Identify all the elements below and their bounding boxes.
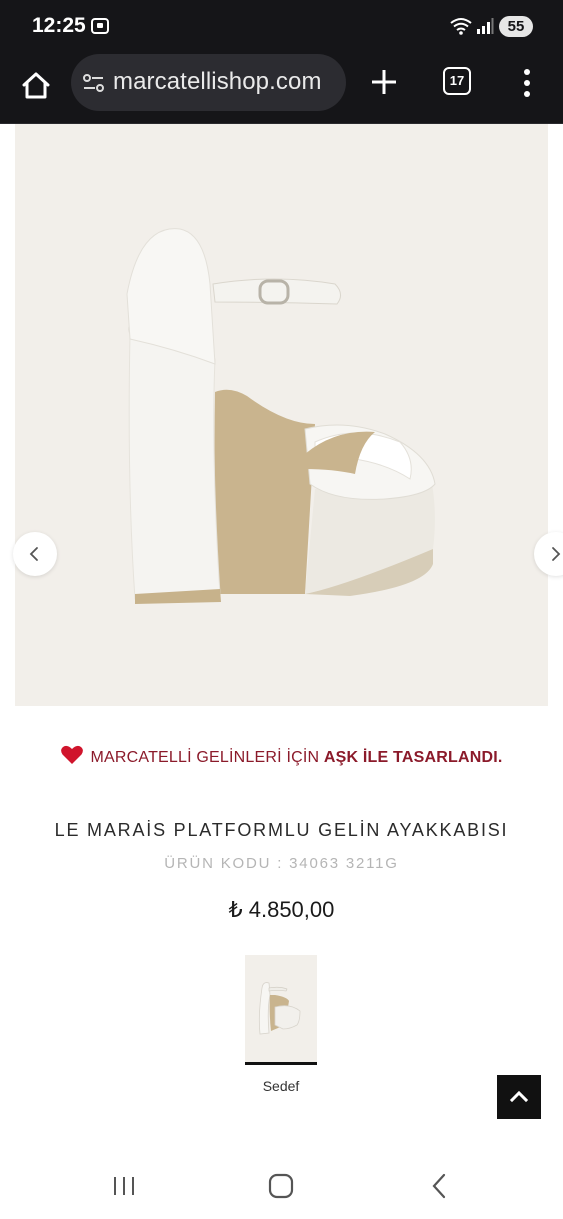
system-navigation-bar: [0, 1152, 563, 1219]
variant-label[interactable]: Sedef: [231, 1078, 331, 1094]
wifi-icon: [450, 18, 472, 35]
product-code: ÜRÜN KODU : 34063 3211G: [164, 855, 399, 872]
status-time: 12:25: [32, 14, 86, 37]
promo-banner: MARCATELLİ GELİNLERİ İÇİN AŞK İLE TASARL…: [0, 745, 563, 773]
signal-icon: [477, 18, 494, 34]
promo-emphasis: AŞK İLE TASARLANDI.: [323, 749, 503, 766]
more-vert-icon[interactable]: [517, 66, 537, 100]
status-bar: 12:25 55: [0, 0, 563, 54]
tune-icon[interactable]: [81, 70, 107, 96]
back-icon[interactable]: [430, 1173, 448, 1199]
variant-thumbnail: [258, 982, 301, 1035]
back-to-top-button[interactable]: [497, 1075, 541, 1119]
chevron-up-icon: [509, 1090, 529, 1103]
tab-switcher-button[interactable]: 17: [443, 67, 471, 95]
variant-swatch[interactable]: [245, 955, 317, 1065]
recents-icon[interactable]: [111, 1175, 137, 1197]
product-image-gallery[interactable]: [13, 124, 563, 706]
heart-icon: [61, 745, 84, 764]
previous-image-button[interactable]: [13, 532, 57, 576]
product-title: LE MARAİS PLATFORMLU GELİN AYAKKABISI: [54, 820, 509, 840]
browser-toolbar: marcatellishop.com 17: [0, 54, 563, 124]
home-nav-icon[interactable]: [268, 1172, 294, 1200]
product-image: [126, 228, 436, 604]
address-bar[interactable]: marcatellishop.com: [71, 54, 346, 111]
screenshot-notification-icon: [91, 18, 109, 34]
url-text: marcatellishop.com: [113, 68, 322, 95]
home-icon[interactable]: [16, 66, 56, 106]
product-price: ₺ 4.850,00: [228, 897, 335, 922]
chevron-right-icon: [552, 547, 561, 561]
chevron-left-icon: [29, 547, 38, 561]
plus-icon[interactable]: [368, 66, 400, 98]
battery-indicator: 55: [499, 16, 533, 37]
promo-text: MARCATELLİ GELİNLERİ İÇİN: [90, 749, 324, 766]
